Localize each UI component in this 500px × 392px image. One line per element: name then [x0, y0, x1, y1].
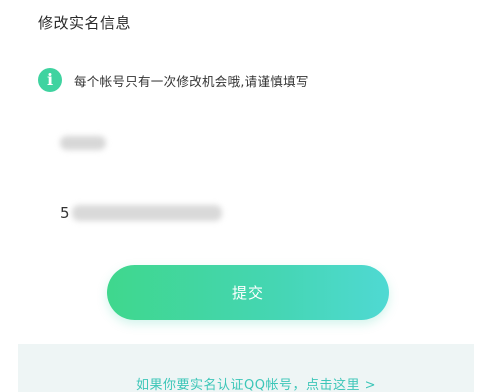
notice-text: 每个帐号只有一次修改机会哦,请谨慎填写: [74, 73, 309, 89]
page-title: 修改实名信息: [38, 14, 132, 32]
id-number-field[interactable]: 5: [60, 198, 240, 228]
submit-button[interactable]: 提交: [107, 265, 389, 320]
id-number-value-redacted: [71, 205, 222, 221]
verify-qq-account-link[interactable]: 如果你要实名认证QQ帐号，点击这里 >: [136, 374, 376, 392]
real-name-field[interactable]: [60, 128, 220, 158]
real-name-value-redacted: [60, 136, 106, 150]
footer-banner: 如果你要实名认证QQ帐号，点击这里 >: [18, 344, 474, 392]
notice-banner: i 每个帐号只有一次修改机会哦,请谨慎填写: [38, 68, 309, 92]
id-number-prefix: 5: [60, 204, 70, 222]
info-icon: i: [38, 68, 62, 92]
